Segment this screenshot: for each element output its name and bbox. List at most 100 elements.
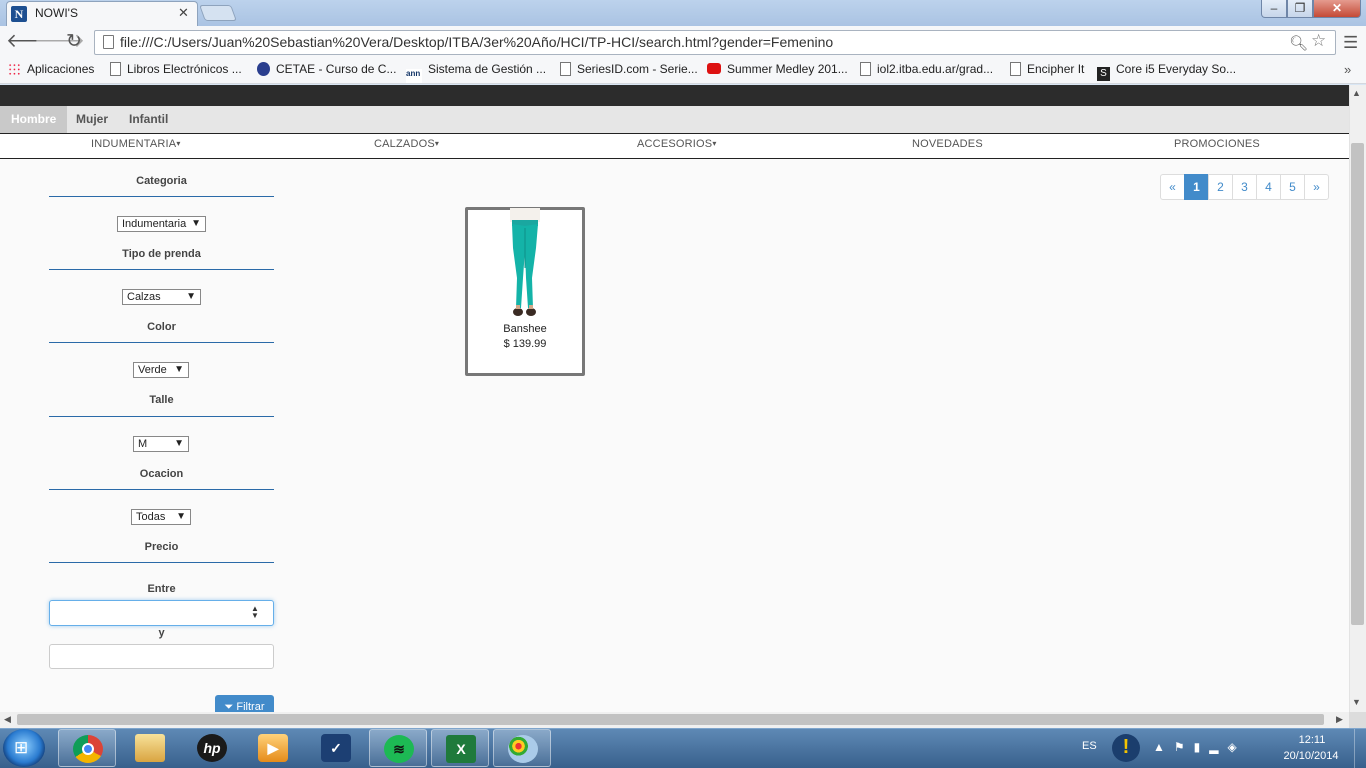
network-icon[interactable]: ◈ xyxy=(1228,740,1246,754)
tipo-prenda-select[interactable]: Calzas ▼ xyxy=(122,289,201,305)
bookmark-seriesid[interactable]: SeriesID.com - Serie... xyxy=(560,62,698,80)
reload-icon[interactable]: ↻ xyxy=(63,31,85,53)
gender-tab-hombre[interactable]: Hombre xyxy=(0,106,68,133)
hp-icon: hp xyxy=(197,734,227,762)
page-icon xyxy=(560,62,571,76)
product-image-teal-leggings[interactable] xyxy=(496,208,554,318)
forward-arrow-icon[interactable]: 🡒 xyxy=(34,31,85,53)
bookmark-label: CETAE - Curso de C... xyxy=(276,62,397,76)
page-2-button[interactable]: 2 xyxy=(1208,174,1233,200)
tab-title[interactable]: NOWI'S xyxy=(35,6,78,20)
bookmark-label: Encipher It xyxy=(1027,62,1085,76)
taskbar-hp[interactable]: hp xyxy=(183,729,241,767)
taskbar-spotify[interactable]: ≋ xyxy=(369,729,427,767)
zoom-icon[interactable]: 🔍︎ xyxy=(1289,34,1308,52)
dropdown-arrow-icon: ▼ xyxy=(186,291,196,302)
talle-select[interactable]: M ▼ xyxy=(133,436,189,452)
filter-title-ocacion: Ocacion xyxy=(139,468,184,480)
bookmark-encipher[interactable]: Encipher It xyxy=(1010,62,1084,80)
filter-divider xyxy=(49,196,274,197)
tab-close-icon[interactable]: ✕ xyxy=(178,5,189,21)
clock-date[interactable]: 20/10/2014 xyxy=(1278,750,1344,762)
nowis-favicon-icon: N xyxy=(11,6,27,22)
select-value: M xyxy=(138,438,148,450)
more-bookmarks-icon[interactable]: » xyxy=(1344,62,1351,77)
scroll-right-arrow-icon[interactable]: ▶ xyxy=(1336,714,1343,725)
dropdown-arrow-icon: ▼ xyxy=(174,364,184,375)
battery-icon[interactable]: ▮ xyxy=(1194,740,1210,754)
nav-novedades[interactable]: NOVEDADES xyxy=(912,138,983,150)
color-select[interactable]: Verde ▼ xyxy=(133,362,189,378)
bookmark-core-i5[interactable]: S Core i5 Everyday So... xyxy=(1097,62,1237,81)
page-4-button[interactable]: 4 xyxy=(1256,174,1281,200)
page-prev-button[interactable]: « xyxy=(1160,174,1185,200)
scroll-down-arrow-icon[interactable]: ▼ xyxy=(1352,697,1361,707)
bookmark-libros[interactable]: Libros Electrónicos ... xyxy=(110,62,242,80)
show-hidden-icon[interactable]: ▲ xyxy=(1153,740,1174,754)
bookmark-label: Core i5 Everyday So... xyxy=(1116,62,1237,76)
bookmark-iol2[interactable]: iol2.itba.edu.ar/grad... xyxy=(860,62,993,80)
ocacion-select[interactable]: Todas ▼ xyxy=(131,509,191,525)
new-tab-button[interactable] xyxy=(199,5,237,21)
number-spinner-icon[interactable]: ▲ ▼ xyxy=(251,605,259,620)
signal-icon[interactable]: ▂ xyxy=(1209,740,1227,754)
taskbar-paint[interactable] xyxy=(493,729,551,767)
bookmark-aplicaciones[interactable]: Aplicaciones xyxy=(8,62,94,80)
nav-indumentaria[interactable]: INDUMENTARIA▾ xyxy=(91,138,181,150)
gender-tab-infantil[interactable]: Infantil xyxy=(118,106,179,133)
taskbar-chrome[interactable] xyxy=(58,729,116,767)
explorer-icon xyxy=(135,734,165,762)
scrollbar-corner xyxy=(1349,712,1366,728)
nav-accesorios[interactable]: ACCESORIOS▾ xyxy=(637,138,717,150)
bookmark-star-icon[interactable]: ☆ xyxy=(1311,31,1326,51)
nav-promociones[interactable]: PROMOCIONES xyxy=(1174,138,1260,150)
minimize-button[interactable]: ‒ xyxy=(1261,0,1287,18)
page-3-button[interactable]: 3 xyxy=(1232,174,1257,200)
pagination: « 1 2 3 4 5 » xyxy=(1160,174,1329,200)
language-indicator[interactable]: ES xyxy=(1082,740,1097,752)
gender-tab-mujer[interactable]: Mujer xyxy=(65,106,119,133)
page-5-button[interactable]: 5 xyxy=(1280,174,1305,200)
product-name[interactable]: Banshee xyxy=(465,323,585,335)
page-next-button[interactable]: » xyxy=(1304,174,1329,200)
filter-divider xyxy=(49,269,274,270)
bookmark-label: Libros Electrónicos ... xyxy=(127,62,242,76)
price-from-input[interactable] xyxy=(49,600,274,626)
tray-icons[interactable]: ▲⚑▮▂◈ xyxy=(1153,740,1246,754)
dropdown-arrow-icon: ▼ xyxy=(174,438,184,449)
page-icon xyxy=(110,62,121,76)
taskbar-explorer[interactable] xyxy=(121,729,179,767)
bookmark-sistema[interactable]: ann Sistema de Gestión ... xyxy=(406,62,546,83)
filter-divider xyxy=(49,342,274,343)
taskbar-tick-app[interactable]: ✓ xyxy=(307,729,365,767)
back-arrow-icon[interactable]: 🡐 xyxy=(6,31,57,53)
taskbar-excel[interactable]: X xyxy=(431,729,489,767)
flag-icon[interactable]: ⚑ xyxy=(1174,740,1194,754)
scroll-up-arrow-icon[interactable]: ▲ xyxy=(1352,88,1361,98)
dropdown-arrow-icon: ▼ xyxy=(191,218,201,229)
clock-time[interactable]: 12:11 xyxy=(1284,734,1340,746)
categoria-select[interactable]: Indumentaria ▼ xyxy=(117,216,206,232)
action-center-alert-icon[interactable]: ! xyxy=(1112,734,1140,762)
price-to-input[interactable] xyxy=(49,644,274,669)
horizontal-scroll-thumb[interactable] xyxy=(17,714,1324,725)
maximize-button[interactable]: ❐ xyxy=(1287,0,1313,18)
cetae-icon xyxy=(257,62,270,76)
price-and-label: y xyxy=(158,627,165,639)
scroll-left-arrow-icon[interactable]: ◀ xyxy=(4,714,11,725)
bookmark-summer-medley[interactable]: Summer Medley 201... xyxy=(707,62,848,80)
nav-calzados[interactable]: CALZADOS▾ xyxy=(374,138,439,150)
paint-icon xyxy=(508,735,538,763)
taskbar-media-player[interactable]: ▶ xyxy=(244,729,302,767)
url-text[interactable]: file:///C:/Users/Juan%20Sebastian%20Vera… xyxy=(120,34,833,50)
page-1-button[interactable]: 1 xyxy=(1184,174,1209,200)
select-value: Verde xyxy=(138,364,167,376)
show-desktop-button[interactable] xyxy=(1354,729,1366,768)
vertical-scroll-thumb[interactable] xyxy=(1351,143,1364,625)
close-window-button[interactable]: ✕ xyxy=(1313,0,1361,18)
bookmark-cetae[interactable]: CETAE - Curso de C... xyxy=(257,62,396,80)
tick-icon: ✓ xyxy=(321,734,351,762)
filter-divider xyxy=(49,562,274,563)
caret-down-icon: ▾ xyxy=(712,139,717,148)
chrome-menu-icon[interactable]: ☰ xyxy=(1343,33,1358,53)
